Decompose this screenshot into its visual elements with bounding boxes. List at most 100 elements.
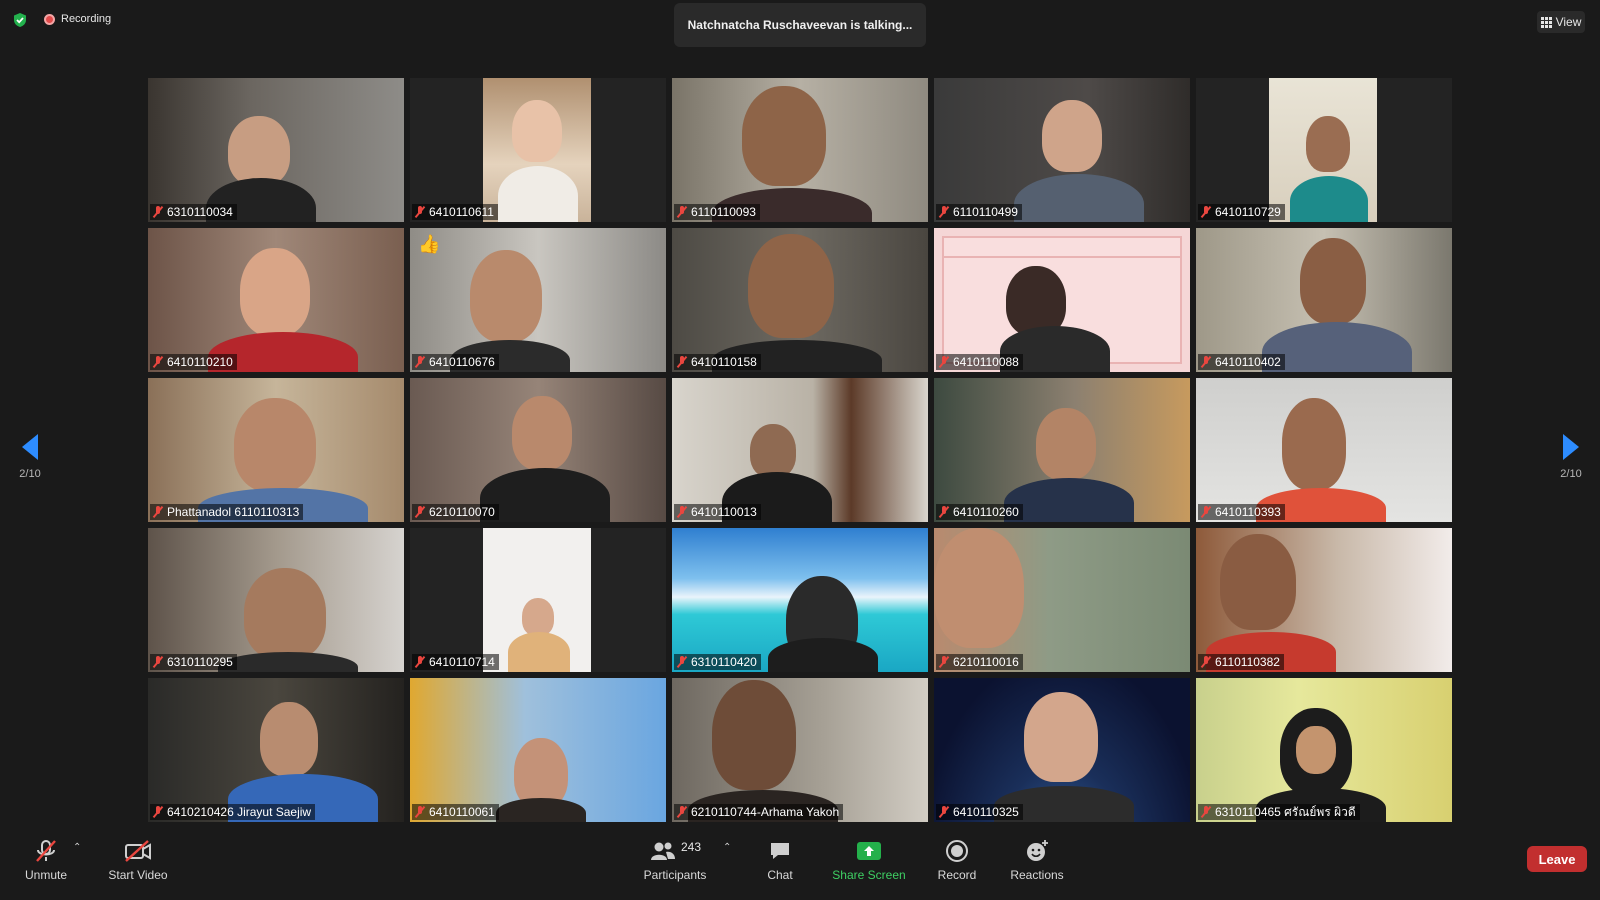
view-label: View xyxy=(1555,15,1582,29)
start-video-button[interactable]: Start Video xyxy=(106,836,170,900)
muted-mic-icon xyxy=(939,806,949,818)
reactions-button[interactable]: Reactions xyxy=(1004,836,1070,900)
participant-tile[interactable]: 6410110061 xyxy=(410,678,666,822)
active-speaker-banner: Natchnatcha Ruschaveevan is talking... xyxy=(674,3,926,47)
chat-label: Chat xyxy=(767,868,793,882)
participants-label: Participants xyxy=(643,868,707,882)
muted-mic-icon xyxy=(415,806,425,818)
participant-name-tag: 6410110325 xyxy=(936,804,1023,820)
participant-tile[interactable]: 6210110016 xyxy=(934,528,1190,672)
previous-page-button[interactable]: 2/10 xyxy=(10,434,50,480)
participant-name-tag: 6410110013 xyxy=(674,504,761,520)
participants-options-chevron-icon[interactable]: ⌃ xyxy=(723,842,731,853)
participants-count: 243 xyxy=(680,840,702,854)
participant-name-tag: 6310110295 xyxy=(150,654,237,670)
muted-mic-icon xyxy=(153,356,163,368)
recording-label: Recording xyxy=(61,13,112,25)
muted-mic-icon xyxy=(153,506,163,518)
participant-name-tag: 6110110382 xyxy=(1198,654,1284,670)
participant-tile[interactable]: 👍 6410110676 xyxy=(410,228,666,372)
shield-check-icon[interactable] xyxy=(12,12,28,28)
muted-mic-icon xyxy=(1201,806,1211,818)
chat-button[interactable]: Chat xyxy=(760,836,800,900)
share-screen-icon xyxy=(857,842,881,860)
leave-label: Leave xyxy=(1538,851,1576,867)
participant-name-tag: 6410110210 xyxy=(150,354,237,370)
meeting-toolbar: Unmute ⌃ Start Video 243 Participants ⌃ xyxy=(0,836,1600,900)
reactions-label: Reactions xyxy=(1010,868,1064,882)
participant-name-tag: Phattanadol 6110110313 xyxy=(150,504,304,520)
participant-name-tag: 6410110158 xyxy=(674,354,761,370)
participants-button[interactable]: 243 Participants xyxy=(640,836,710,900)
arrow-right-icon xyxy=(1563,434,1579,460)
participant-tile[interactable]: 6410110088 xyxy=(934,228,1190,372)
participant-tile[interactable]: 6410110714 xyxy=(410,528,666,672)
top-bar: Recording Natchnatcha Ruschaveevan is ta… xyxy=(0,0,1600,47)
participant-tile[interactable]: 6210110070 xyxy=(410,378,666,522)
participant-name-tag: 6210110016 xyxy=(936,654,1023,670)
participant-tile[interactable]: 6110110382 xyxy=(1196,528,1452,672)
participant-name-tag: 6110110093 xyxy=(674,204,760,220)
muted-mic-icon xyxy=(415,506,425,518)
arrow-left-icon xyxy=(22,434,38,460)
participant-name-tag: 6410110088 xyxy=(936,354,1023,370)
participant-tile[interactable]: 6310110465 ศรัณย์พร ผิวดี xyxy=(1196,678,1452,822)
page-indicator-right: 2/10 xyxy=(1560,468,1582,480)
recording-indicator[interactable]: Recording xyxy=(44,13,111,25)
participant-name-tag: 6410110061 xyxy=(412,804,499,820)
participant-tile[interactable]: 6410110013 xyxy=(672,378,928,522)
unmute-button[interactable]: Unmute xyxy=(20,836,72,900)
unmute-label: Unmute xyxy=(24,868,68,882)
participant-name-tag: 6310110465 ศรัณย์พร ผิวดี xyxy=(1198,804,1360,820)
muted-mic-icon xyxy=(1201,656,1211,668)
participant-tile[interactable]: 6210110744-Arhama Yakoh xyxy=(672,678,928,822)
participant-name-tag: 6410110393 xyxy=(1198,504,1285,520)
participant-name-tag: 6310110034 xyxy=(150,204,237,220)
muted-mic-icon xyxy=(1201,356,1211,368)
participant-tile[interactable]: 6410110260 xyxy=(934,378,1190,522)
participant-tile[interactable]: Phattanadol 6110110313 xyxy=(148,378,404,522)
participant-tile[interactable]: 6410110611 xyxy=(410,78,666,222)
participant-tile[interactable]: 6310110295 xyxy=(148,528,404,672)
participant-tile[interactable]: 6410210426 Jirayut Saejiw xyxy=(148,678,404,822)
participant-tile[interactable]: 6410110210 xyxy=(148,228,404,372)
participant-tile[interactable]: 6410110393 xyxy=(1196,378,1452,522)
video-off-icon xyxy=(125,840,151,862)
muted-mic-icon xyxy=(939,206,949,218)
muted-mic-icon xyxy=(939,356,949,368)
participant-tile[interactable]: 6110110093 xyxy=(672,78,928,222)
participant-name-tag: 6410110729 xyxy=(1198,204,1285,220)
share-screen-button[interactable]: Share Screen xyxy=(830,836,908,900)
grid-icon xyxy=(1540,16,1552,28)
muted-mic-icon xyxy=(939,656,949,668)
participant-name-tag: 6210110744-Arhama Yakoh xyxy=(674,804,844,820)
next-page-button[interactable]: 2/10 xyxy=(1551,434,1591,480)
participant-tile[interactable]: 6410110729 xyxy=(1196,78,1452,222)
muted-mic-icon xyxy=(415,206,425,218)
muted-mic-icon xyxy=(415,356,425,368)
participant-name-tag: 6410110402 xyxy=(1198,354,1285,370)
talking-text: Natchnatcha Ruschaveevan is talking... xyxy=(687,18,913,32)
muted-mic-icon xyxy=(36,840,56,862)
participant-name-tag: 6110110499 xyxy=(936,204,1022,220)
audio-options-chevron-icon[interactable]: ⌃ xyxy=(73,842,81,853)
participant-tile[interactable]: 6310110034 xyxy=(148,78,404,222)
participant-name-tag: 6410110714 xyxy=(412,654,499,670)
participant-name-tag: 6410110611 xyxy=(412,204,498,220)
participant-tile[interactable]: 6410110158 xyxy=(672,228,928,372)
participant-name-tag: 6210110070 xyxy=(412,504,499,520)
muted-mic-icon xyxy=(677,506,687,518)
smiley-icon xyxy=(1027,840,1048,861)
participant-name-tag: 6310110420 xyxy=(674,654,761,670)
participant-tile[interactable]: 6410110402 xyxy=(1196,228,1452,372)
thumbs-up-reaction-icon: 👍 xyxy=(418,234,441,254)
leave-button[interactable]: Leave xyxy=(1527,846,1587,872)
participant-tile[interactable]: 6310110420 xyxy=(672,528,928,672)
muted-mic-icon xyxy=(939,506,949,518)
muted-mic-icon xyxy=(1201,506,1211,518)
participant-tile[interactable]: 6110110499 xyxy=(934,78,1190,222)
record-button[interactable]: Record xyxy=(930,836,984,900)
participant-tile[interactable]: 6410110325 xyxy=(934,678,1190,822)
view-button[interactable]: View xyxy=(1537,11,1585,33)
muted-mic-icon xyxy=(677,356,687,368)
